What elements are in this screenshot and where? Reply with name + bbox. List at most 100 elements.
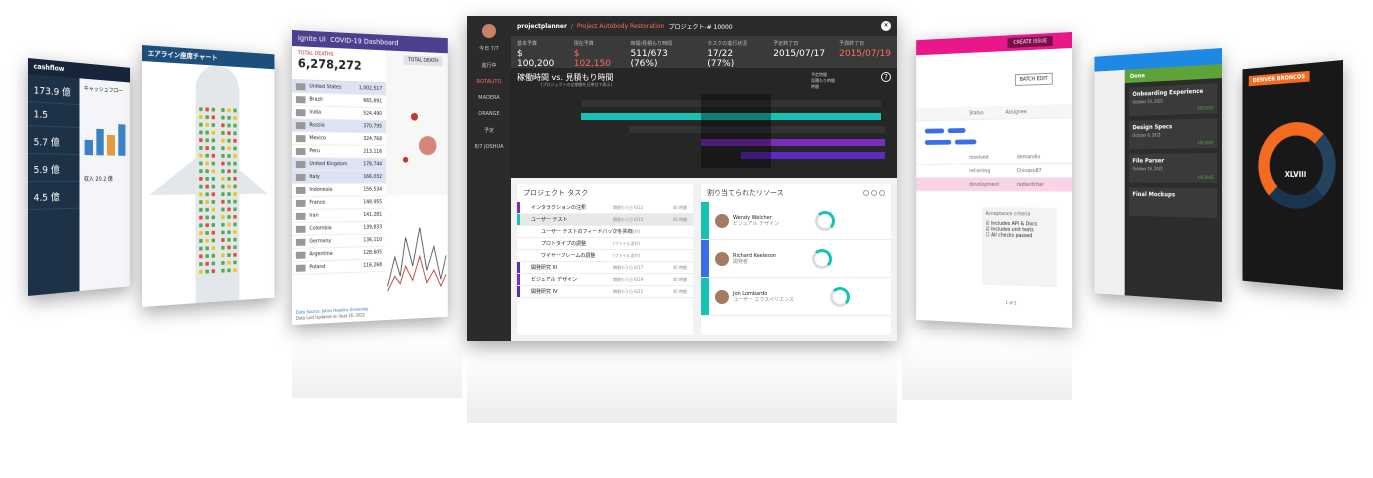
- task-row[interactable]: ワイヤーフレームの調整 (ファイル添付): [517, 250, 693, 262]
- seat[interactable]: [199, 247, 203, 251]
- seat[interactable]: [205, 131, 209, 135]
- nav-scheduled[interactable]: 予定: [467, 122, 511, 139]
- seat[interactable]: [221, 230, 224, 234]
- create-issue-button[interactable]: CREATE ISSUE: [1008, 36, 1053, 48]
- kanban-card[interactable]: File Parser October 16, 2021 ARCHIVE: [1129, 153, 1217, 183]
- seat[interactable]: [212, 246, 216, 250]
- seat[interactable]: [221, 177, 224, 181]
- archive-button[interactable]: ARCHIVE: [1197, 105, 1213, 111]
- avatar[interactable]: [482, 24, 496, 38]
- criteria-check[interactable]: ☐ All checks passed: [985, 232, 1052, 239]
- seat[interactable]: [212, 269, 216, 273]
- seat[interactable]: [233, 192, 236, 196]
- seat[interactable]: [227, 223, 230, 227]
- seat[interactable]: [205, 208, 209, 212]
- seat[interactable]: [233, 238, 236, 242]
- seat[interactable]: [205, 146, 209, 150]
- seat[interactable]: [199, 154, 203, 158]
- seat[interactable]: [212, 108, 216, 112]
- seat[interactable]: [227, 162, 230, 166]
- seat[interactable]: [212, 231, 216, 235]
- seat[interactable]: [212, 177, 216, 181]
- seat[interactable]: [205, 192, 209, 196]
- nav-joshua[interactable]: 8/7 JOSHUA: [467, 139, 511, 155]
- seat[interactable]: [233, 116, 236, 120]
- seat[interactable]: [212, 223, 216, 227]
- prev-icon[interactable]: [863, 190, 869, 196]
- seat[interactable]: [233, 124, 236, 128]
- seat[interactable]: [199, 177, 203, 181]
- seat[interactable]: [221, 146, 224, 150]
- seat[interactable]: [212, 215, 216, 219]
- seat[interactable]: [199, 130, 203, 134]
- seat[interactable]: [227, 238, 230, 242]
- seat[interactable]: [233, 131, 236, 135]
- table-row[interactable]: development radiantchar: [916, 178, 1072, 192]
- seat[interactable]: [227, 124, 230, 128]
- seat[interactable]: [227, 230, 230, 234]
- seat[interactable]: [221, 162, 224, 166]
- seat[interactable]: [212, 123, 216, 127]
- seat[interactable]: [227, 253, 230, 257]
- seat[interactable]: [205, 200, 209, 204]
- seat[interactable]: [221, 169, 224, 173]
- seat[interactable]: [205, 239, 209, 243]
- seat[interactable]: [205, 262, 209, 266]
- seat[interactable]: [221, 238, 224, 242]
- seat[interactable]: [221, 223, 224, 227]
- resource-row[interactable]: Wendy Welcher ビジュアル デザイン: [701, 202, 891, 240]
- seat[interactable]: [212, 131, 216, 135]
- seat[interactable]: [199, 115, 203, 119]
- seat[interactable]: [199, 262, 203, 266]
- next-icon[interactable]: [871, 190, 877, 196]
- seat[interactable]: [227, 169, 230, 173]
- country-row[interactable]: Indonesia 156,534: [292, 184, 386, 197]
- seat[interactable]: [221, 116, 224, 120]
- seat[interactable]: [212, 208, 216, 212]
- seat[interactable]: [233, 245, 236, 249]
- seat[interactable]: [233, 154, 236, 158]
- seat[interactable]: [233, 169, 236, 173]
- seat[interactable]: [233, 185, 236, 189]
- seat[interactable]: [233, 260, 236, 264]
- seat[interactable]: [205, 154, 209, 158]
- seat[interactable]: [221, 139, 224, 143]
- seat[interactable]: [212, 115, 216, 119]
- task-row[interactable]: プロトタイプの調整 (ファイル添付): [517, 238, 693, 250]
- seat[interactable]: [199, 123, 203, 127]
- seat[interactable]: [221, 192, 224, 196]
- table-row[interactable]: ref-erring Chinaso87: [916, 164, 1072, 178]
- country-row[interactable]: Poland 116,268: [292, 259, 386, 275]
- task-row[interactable]: ユーザー テストのフィードバックを共有 (ファイル添付): [517, 226, 693, 238]
- seat[interactable]: [227, 154, 230, 158]
- seat[interactable]: [205, 246, 209, 250]
- seat[interactable]: [199, 200, 203, 204]
- seat[interactable]: [212, 261, 216, 265]
- seat[interactable]: [227, 131, 230, 135]
- archive-button[interactable]: ARCHIVE: [1197, 140, 1213, 145]
- seat[interactable]: [212, 185, 216, 189]
- seat[interactable]: [227, 192, 230, 196]
- seat[interactable]: [212, 169, 216, 173]
- seat[interactable]: [227, 108, 230, 112]
- seat[interactable]: [227, 207, 230, 211]
- seat[interactable]: [233, 253, 236, 257]
- kanban-card[interactable]: Design Specs October 8, 2021 ARCHIVE: [1129, 118, 1217, 149]
- seat[interactable]: [233, 230, 236, 234]
- seat[interactable]: [233, 109, 236, 113]
- seat[interactable]: [227, 268, 230, 272]
- seat[interactable]: [233, 177, 236, 181]
- seat[interactable]: [199, 192, 203, 196]
- seat[interactable]: [221, 215, 224, 219]
- nav-orange[interactable]: ORANGE: [467, 106, 511, 122]
- seat[interactable]: [221, 185, 224, 189]
- seat[interactable]: [212, 138, 216, 142]
- seat[interactable]: [199, 185, 203, 189]
- seat[interactable]: [199, 161, 203, 165]
- kanban-card[interactable]: Onboarding Experience October 10, 2021 ARC…: [1129, 83, 1217, 116]
- country-row[interactable]: Peru 213,116: [292, 145, 386, 159]
- task-row[interactable]: 開発研究 III 期限もう日 6/17 40 時間: [517, 262, 693, 274]
- seat[interactable]: [199, 270, 203, 274]
- seat[interactable]: [212, 238, 216, 242]
- close-icon[interactable]: ✕: [881, 21, 891, 31]
